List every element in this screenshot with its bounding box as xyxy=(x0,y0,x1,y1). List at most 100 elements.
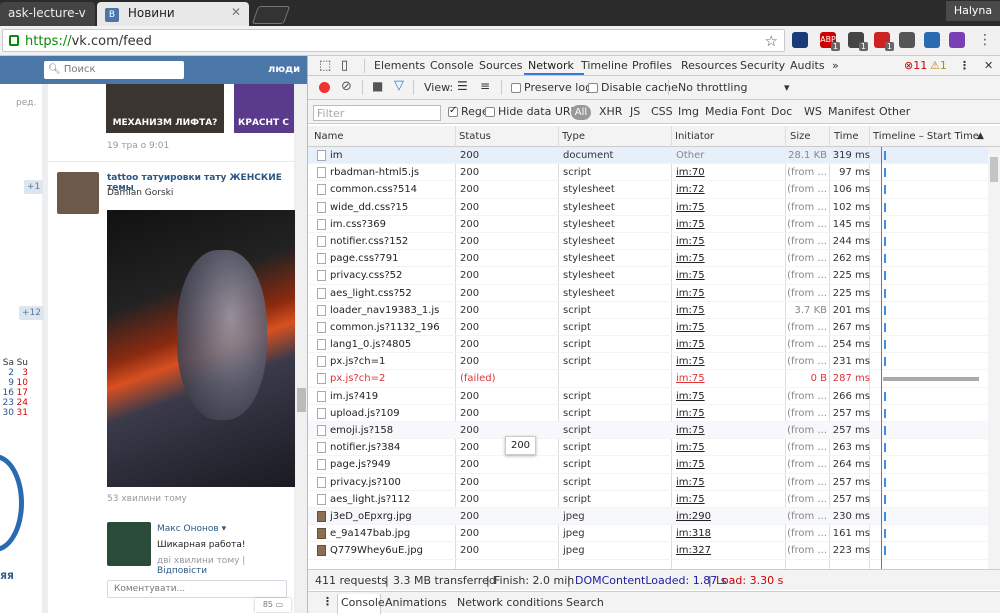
address-bar[interactable]: https://vk.com/feed ☆ xyxy=(2,29,785,52)
cell-initiator[interactable]: im:75 xyxy=(676,236,784,247)
table-row[interactable]: notifier.js?384 200 script im:75 (from ... 26… xyxy=(308,439,988,457)
vk-people-link[interactable]: люди xyxy=(268,64,300,75)
type-filter-font[interactable]: Font xyxy=(741,105,765,118)
cell-initiator[interactable]: im:290 xyxy=(676,511,784,522)
table-row[interactable]: common.js?1132_196 200 script im:75 (from ..… xyxy=(308,319,988,337)
cell-initiator[interactable]: im:327 xyxy=(676,545,784,556)
close-tab-icon[interactable]: ✕ xyxy=(231,5,241,19)
type-filter-other[interactable]: Other xyxy=(879,105,910,118)
col-initiator[interactable]: Initiator xyxy=(675,131,714,142)
inspect-element-icon[interactable]: ⬚ xyxy=(319,58,331,73)
cell-initiator[interactable]: im:75 xyxy=(676,356,784,367)
table-row[interactable]: common.css?514 200 stylesheet im:72 (from ..… xyxy=(308,181,988,199)
devtools-tab-console[interactable]: Console xyxy=(430,59,474,72)
avatar[interactable] xyxy=(107,522,151,566)
reply-link[interactable]: Відповісти xyxy=(157,566,207,576)
regex-checkbox[interactable] xyxy=(448,105,458,117)
col-name[interactable]: Name xyxy=(314,131,344,142)
cell-initiator[interactable]: im:75 xyxy=(676,219,784,230)
devtools-tab-profiles[interactable]: Profiles xyxy=(632,59,672,72)
drawer-menu-icon[interactable]: ⋮ xyxy=(322,595,333,608)
type-filter-media[interactable]: Media xyxy=(705,105,738,118)
table-row[interactable]: im 200 document Other 28.1 KB 319 ms xyxy=(308,147,988,165)
sort-arrow-icon[interactable]: ▲ xyxy=(977,131,984,141)
table-row[interactable]: page.js?949 200 script im:75 (from ... 264 ms xyxy=(308,456,988,474)
table-row[interactable]: aes_light.css?52 200 stylesheet im:75 (from … xyxy=(308,285,988,302)
devtools-tab-timeline[interactable]: Timeline xyxy=(581,59,628,72)
preserve-log-checkbox[interactable] xyxy=(511,83,521,93)
disable-cache-checkbox[interactable] xyxy=(588,83,598,93)
ext-5-icon[interactable] xyxy=(899,32,915,48)
devtools-tab-resources[interactable]: Resources xyxy=(681,59,737,72)
devtools-tab-audits[interactable]: Audits xyxy=(790,59,825,72)
type-filter-ws[interactable]: WS xyxy=(804,105,822,118)
comment-input[interactable]: Коментувати... xyxy=(107,580,287,598)
type-filter-js[interactable]: JS xyxy=(630,105,640,118)
post-date[interactable]: 19 тра о 9:01 xyxy=(107,141,169,151)
large-rows-icon[interactable]: ☰ xyxy=(457,79,468,93)
table-row[interactable]: px.js?ch=1 200 script im:75 (from ... 231 ms xyxy=(308,353,988,371)
tab-lecture[interactable]: ask-lecture-v xyxy=(0,2,95,26)
table-row[interactable]: wide_dd.css?15 200 stylesheet im:75 (from ..… xyxy=(308,199,988,216)
warning-count[interactable]: ⚠1 xyxy=(930,59,947,72)
table-row[interactable]: px.js?ch=2 (failed) im:75 0 B 287 ms xyxy=(308,370,988,388)
capture-screenshots-icon[interactable]: ■ xyxy=(372,79,383,93)
cell-initiator[interactable]: im:75 xyxy=(676,477,784,488)
drawer-tab-network-conditions[interactable]: Network conditions xyxy=(457,596,563,609)
table-row[interactable]: Q779Whey6uE.jpg 200 jpeg im:327 (from ... 223… xyxy=(308,542,988,560)
table-row[interactable]: page.css?791 200 stylesheet im:75 (from ... 2… xyxy=(308,250,988,268)
error-count[interactable]: ⊗11 xyxy=(904,59,927,72)
record-icon[interactable] xyxy=(319,82,330,93)
table-row[interactable]: im.css?369 200 stylesheet im:75 (from ... 145… xyxy=(308,216,988,233)
table-row[interactable]: upload.js?109 200 script im:75 (from ... 257 … xyxy=(308,405,988,422)
cell-initiator[interactable]: im:75 xyxy=(676,253,784,264)
drawer-tab-search[interactable]: Search xyxy=(566,596,604,609)
filter-input[interactable]: Filter xyxy=(313,105,441,121)
table-row[interactable]: j3eD_oEpxrg.jpg 200 jpeg im:290 (from ... 230… xyxy=(308,507,988,526)
col-status[interactable]: Status xyxy=(459,131,491,142)
tab-news[interactable]: В Новини ✕ xyxy=(97,2,249,26)
type-filter-all[interactable]: All xyxy=(571,105,591,120)
cell-initiator[interactable]: im:75 xyxy=(676,288,784,299)
cell-initiator[interactable]: im:75 xyxy=(676,305,784,316)
devtools-tab-network[interactable]: Network xyxy=(528,59,574,72)
cell-initiator[interactable]: im:75 xyxy=(676,425,784,436)
hide-data-urls-checkbox[interactable] xyxy=(485,107,495,117)
devtools-tab-sources[interactable]: Sources xyxy=(479,59,523,72)
table-row[interactable]: privacy.js?100 200 script im:75 (from ... 257… xyxy=(308,474,988,491)
ext-4-icon[interactable]: 1 xyxy=(874,32,894,51)
comment-author[interactable]: Макс Ононов ▾ xyxy=(157,524,226,534)
cell-initiator[interactable]: im:75 xyxy=(676,391,784,402)
cell-initiator[interactable]: im:318 xyxy=(676,528,784,539)
post-image[interactable] xyxy=(107,210,295,487)
table-row[interactable]: rbadman-html5.js 200 script im:70 (from ... 9… xyxy=(308,164,988,182)
table-row[interactable]: lang1_0.js?4805 200 script im:75 (from ... 25… xyxy=(308,336,988,354)
ext-3-icon[interactable]: 1 xyxy=(848,32,868,51)
cell-initiator[interactable]: im:72 xyxy=(676,184,784,195)
type-filter-css[interactable]: CSS xyxy=(651,105,673,118)
scrollbar-thumb[interactable] xyxy=(297,388,306,412)
ext-7-icon[interactable] xyxy=(949,32,965,48)
type-filter-img[interactable]: Img xyxy=(678,105,699,118)
avatar[interactable] xyxy=(57,172,99,214)
ext-6-icon[interactable] xyxy=(924,32,940,48)
post-author[interactable]: Damian Gorski xyxy=(107,188,173,198)
new-tab-button[interactable] xyxy=(251,6,291,24)
abp-icon[interactable]: ABP 1 xyxy=(820,32,840,51)
plus-counter[interactable]: +1 xyxy=(24,180,44,194)
cell-initiator[interactable]: im:75 xyxy=(676,408,784,419)
post-time[interactable]: 53 хвилини тому xyxy=(107,494,187,504)
left-link[interactable]: ЯЯ xyxy=(0,572,14,582)
plus-counter[interactable]: +12 xyxy=(19,306,44,320)
cell-initiator[interactable]: im:75 xyxy=(676,459,784,470)
profile-button[interactable]: Halyna xyxy=(946,1,1000,21)
overview-icon[interactable]: ≡ xyxy=(480,79,490,93)
table-row[interactable]: e_9a147bab.jpg 200 jpeg im:318 (from ... 161 … xyxy=(308,525,988,543)
post-thumbnail[interactable]: КРАСНТ С xyxy=(234,84,294,133)
table-row[interactable]: aes_light.js?112 200 script im:75 (from ... 2… xyxy=(308,491,988,508)
chrome-menu-icon[interactable]: ⋮ xyxy=(977,32,993,48)
type-filter-manifest[interactable]: Manifest xyxy=(828,105,875,118)
cell-initiator[interactable]: im:75 xyxy=(676,339,784,350)
table-row[interactable]: emoji.js?158 200 script im:75 (from ... 257 m… xyxy=(308,422,988,440)
cell-initiator[interactable]: im:75 xyxy=(676,442,784,453)
